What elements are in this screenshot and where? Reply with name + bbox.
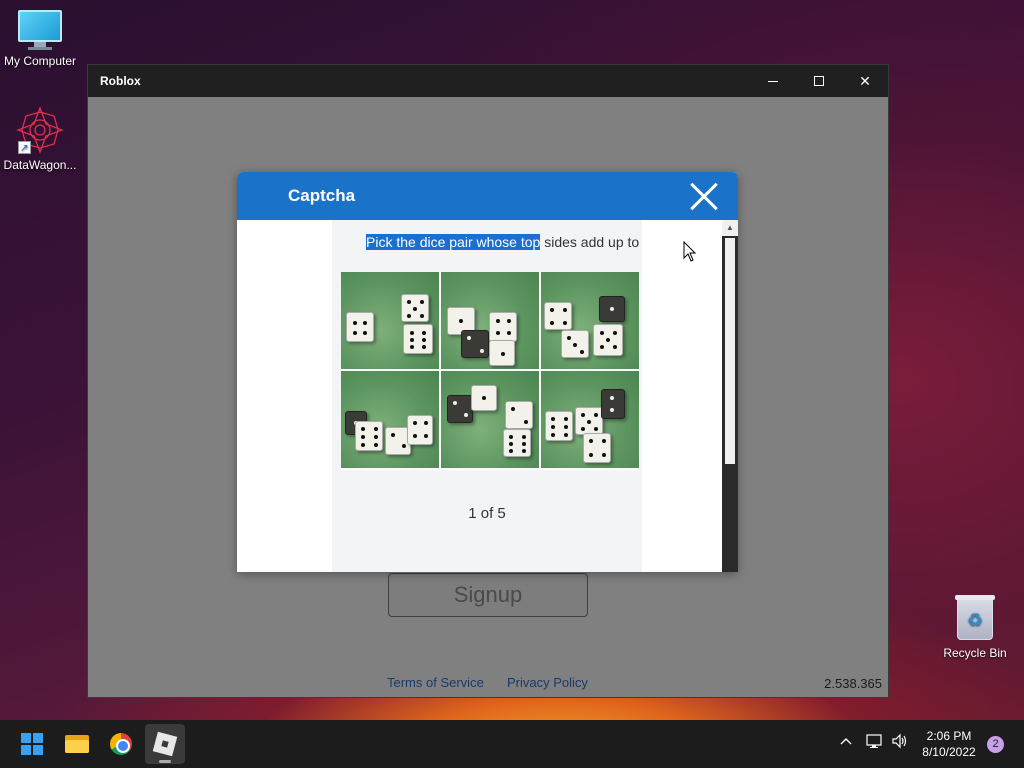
desktop-icon-datawagon[interactable]: ↗ DataWagon... (0, 106, 80, 172)
folder-icon (65, 735, 89, 753)
captcha-progress: 1 of 5 (468, 505, 506, 522)
start-button[interactable] (12, 724, 52, 764)
captcha-instruction: Pick the dice pair whose top sides add u… (366, 234, 642, 250)
active-app-indicator (159, 760, 171, 763)
desktop-icon-my-computer[interactable]: My Computer (0, 10, 80, 68)
recycle-bin-icon: ♻ (955, 595, 995, 640)
monitor-icon (18, 10, 62, 50)
captcha-body: Pick the dice pair whose top sides add u… (237, 220, 722, 572)
close-icon: ✕ (859, 72, 871, 89)
window-title-bar[interactable]: Roblox ✕ (88, 65, 888, 97)
taskbar-file-explorer[interactable] (57, 724, 97, 764)
captcha-tile-4[interactable] (341, 371, 439, 468)
close-window-button[interactable]: ✕ (842, 65, 888, 97)
minimize-icon (768, 80, 778, 82)
chrome-icon (110, 733, 132, 755)
clock-time[interactable]: 2:06 PM (920, 729, 978, 743)
mouse-cursor-icon (683, 241, 697, 262)
clock-date[interactable]: 8/10/2022 (920, 745, 978, 759)
captcha-close-button[interactable] (688, 181, 720, 213)
shortcut-arrow-icon: ↗ (18, 141, 31, 154)
taskbar-roblox[interactable] (145, 724, 185, 764)
roblox-icon (152, 731, 178, 757)
terms-of-service-link[interactable]: Terms of Service (387, 675, 484, 690)
network-icon[interactable] (866, 733, 884, 752)
volume-icon[interactable] (891, 733, 909, 752)
datawagon-icon: ↗ (16, 106, 64, 154)
desktop-icon-recycle-bin[interactable]: ♻ Recycle Bin (935, 595, 1015, 660)
captcha-content: Pick the dice pair whose top sides add u… (332, 220, 642, 572)
captcha-tile-1[interactable] (341, 272, 439, 369)
desktop-icon-label: My Computer (3, 54, 77, 68)
captcha-header: Captcha (237, 172, 738, 220)
captcha-tile-2[interactable] (441, 272, 539, 369)
privacy-policy-link[interactable]: Privacy Policy (507, 675, 588, 690)
scroll-up-icon[interactable]: ▲ (722, 220, 738, 236)
captcha-tile-5[interactable] (441, 371, 539, 468)
desktop-icon-label: Recycle Bin (943, 646, 1007, 660)
taskbar-chrome[interactable] (101, 724, 141, 764)
captcha-image-grid (341, 272, 639, 470)
maximize-icon (814, 76, 824, 86)
instruction-highlighted: Pick the dice pair whose top (366, 234, 541, 250)
captcha-scrollbar[interactable]: ▲ (722, 220, 738, 572)
notification-badge[interactable]: 2 (987, 736, 1004, 753)
minimize-button[interactable] (750, 65, 796, 97)
captcha-tile-3[interactable] (541, 272, 639, 369)
desktop-icon-label: DataWagon... (3, 158, 77, 172)
window-title: Roblox (100, 74, 141, 88)
captcha-title: Captcha (288, 186, 356, 205)
windows-logo-icon (21, 733, 43, 755)
instruction-rest: sides add up to (540, 234, 640, 250)
version-label: 2.538.365 (824, 676, 882, 691)
captcha-dialog: Captcha Pick the dice pair whose top sid… (237, 172, 738, 572)
signup-button[interactable]: Signup (388, 573, 588, 617)
maximize-button[interactable] (796, 65, 842, 97)
captcha-tile-6[interactable] (541, 371, 639, 468)
scrollbar-thumb[interactable] (725, 238, 735, 464)
tray-overflow-chevron-icon[interactable] (839, 733, 853, 749)
